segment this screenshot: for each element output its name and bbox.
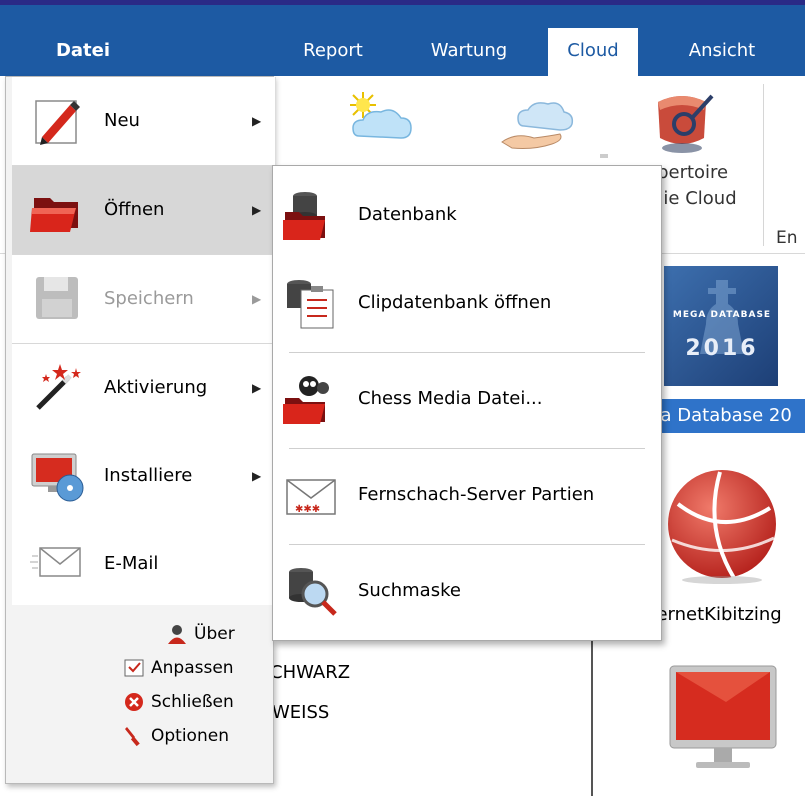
submenu-item-suchmaske[interactable]: Suchmaske (273, 544, 661, 638)
submenu-item-label: Datenbank (358, 204, 457, 225)
monitor-disc-icon (31, 453, 84, 502)
menu-item-installiere[interactable]: Installiere ▶ (12, 432, 274, 520)
ribbon-group-label: En (776, 228, 798, 248)
cover-title: MEGA DATABASE (672, 310, 772, 320)
cover-year: 2016 (685, 336, 759, 361)
menu-item-label: E-Mail (104, 553, 159, 574)
menu-item-oeffnen[interactable]: Öffnen ▶ (12, 166, 274, 254)
tab-report[interactable]: Report (283, 28, 383, 76)
database-folder-icon (283, 192, 325, 240)
submenu-item-fernschach[interactable]: ✱✱✱ Fernschach-Server Partien (273, 448, 661, 542)
submenu-arrow-icon: ▶ (252, 381, 262, 395)
chess-media-icon (283, 376, 329, 424)
customize-button[interactable]: Anpassen (123, 651, 234, 685)
close-button[interactable]: Schließen (123, 685, 234, 719)
menu-item-label: Speichern (104, 288, 194, 309)
mega-database-cover[interactable]: MEGA DATABASE 2016 (664, 266, 778, 386)
submenu-item-chess-media[interactable]: Chess Media Datei... (273, 352, 661, 446)
customize-label: Anpassen (151, 658, 234, 678)
search-mask-icon (289, 568, 337, 616)
cloud-sun-icon[interactable] (345, 90, 415, 146)
menu-item-label: Neu (104, 110, 140, 131)
menu-item-label: Installiere (104, 465, 193, 486)
tab-wartung[interactable]: Wartung (415, 28, 523, 76)
player-white-label: WEISS (272, 702, 330, 723)
submenu-item-label: Clipdatenbank öffnen (358, 292, 552, 313)
player-black-label: CHWARZ (270, 662, 351, 683)
ribbon-group-separator (763, 84, 764, 246)
about-label: Über (194, 624, 235, 644)
pen-icon (35, 100, 80, 145)
options-label: Optionen (151, 726, 229, 746)
close-label: Schließen (151, 692, 234, 712)
submenu-item-label: Suchmaske (358, 580, 461, 601)
close-icon (125, 693, 143, 711)
submenu-arrow-icon: ▶ (252, 469, 262, 483)
save-icon (36, 277, 78, 319)
menu-item-label: Aktivierung (104, 377, 208, 398)
envelope-icon (30, 547, 81, 577)
folder-open-icon (30, 198, 78, 232)
globe-icon[interactable] (664, 468, 780, 584)
submenu-item-label: Fernschach-Server Partien (358, 484, 595, 505)
user-icon (168, 625, 186, 644)
menu-item-email[interactable]: E-Mail (12, 520, 274, 608)
magic-wand-icon (36, 364, 81, 410)
title-bar-edge (0, 0, 805, 5)
menu-item-neu[interactable]: Neu ▶ (12, 77, 274, 165)
open-submenu: Datenbank Clipdatenbank öffnen Chess Med… (272, 165, 662, 641)
submenu-item-clipdatenbank[interactable]: Clipdatenbank öffnen (273, 256, 661, 350)
submenu-arrow-icon: ▶ (252, 203, 262, 217)
monitor-icon[interactable] (666, 662, 780, 774)
options-button[interactable]: Optionen (123, 719, 229, 753)
correspondence-mail-icon: ✱✱✱ (286, 479, 336, 515)
tab-ansicht[interactable]: Ansicht (668, 28, 776, 76)
ribbon-dots (600, 154, 608, 158)
menu-item-aktivierung[interactable]: Aktivierung ▶ (12, 344, 274, 432)
submenu-item-label: Chess Media Datei... (358, 388, 543, 409)
repertoire-label-line2: die Cloud (652, 188, 737, 209)
cloud-hand-icon[interactable] (498, 96, 578, 152)
wrench-icon (125, 727, 140, 747)
about-button[interactable]: Über (166, 617, 235, 651)
repertoire-cloud-icon[interactable] (648, 88, 718, 156)
customize-icon (124, 659, 144, 677)
clip-database-icon (287, 280, 334, 329)
tab-cloud[interactable]: Cloud (548, 28, 638, 76)
datei-menu-button[interactable]: Datei (5, 28, 161, 76)
submenu-arrow-icon: ▶ (252, 292, 262, 306)
file-menu: Neu ▶ Öffnen ▶ Speichern ▶ Aktivierung ▶… (5, 76, 276, 784)
menu-item-speichern: Speichern ▶ (12, 255, 274, 343)
submenu-arrow-icon: ▶ (252, 114, 262, 128)
menu-item-label: Öffnen (104, 199, 165, 220)
svg-text:✱✱✱: ✱✱✱ (295, 504, 320, 515)
submenu-item-datenbank[interactable]: Datenbank (273, 168, 661, 262)
